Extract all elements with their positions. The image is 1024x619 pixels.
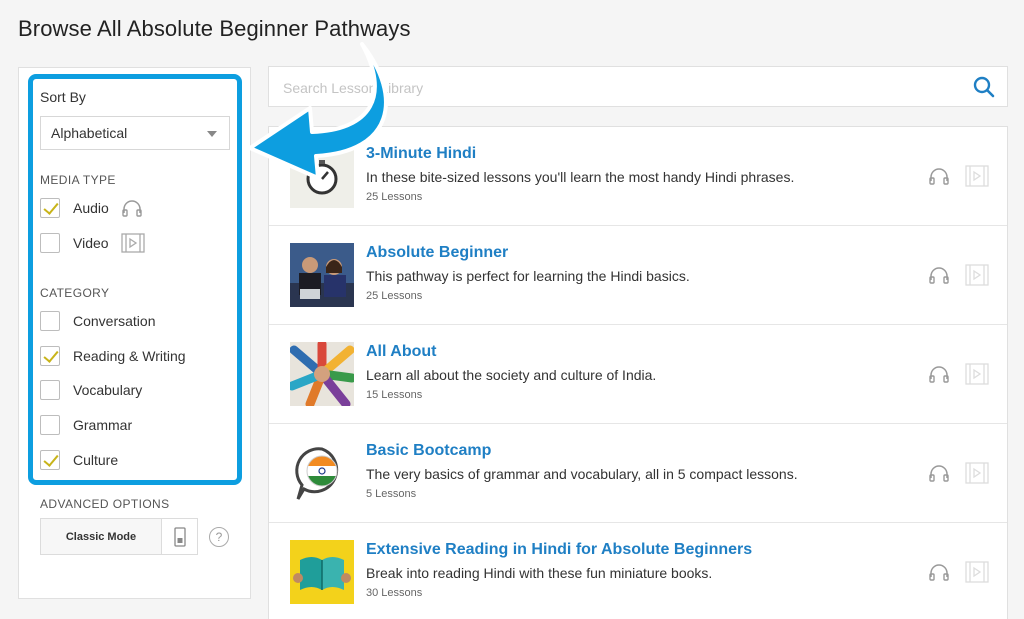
advanced-options-heading: ADVANCED OPTIONS <box>40 497 170 511</box>
search-input[interactable] <box>283 77 933 99</box>
search-bar <box>268 66 1008 107</box>
headphones-icon[interactable] <box>928 563 950 581</box>
list-item[interactable]: Extensive Reading in Hindi for Absolute … <box>269 523 1007 619</box>
vocabulary-checkbox[interactable] <box>40 380 60 400</box>
pathway-title[interactable]: 3-Minute Hindi <box>366 145 476 163</box>
headphones-icon[interactable] <box>928 266 950 284</box>
pathway-description: Learn all about the society and culture … <box>366 367 657 383</box>
audio-checkbox[interactable] <box>40 198 60 218</box>
classic-mode-button[interactable]: Classic Mode <box>40 518 162 555</box>
film-icon[interactable] <box>965 363 989 385</box>
video-label: Video <box>73 235 109 251</box>
pathway-description: In these bite-sized lessons you'll learn… <box>366 169 795 185</box>
search-icon[interactable] <box>973 76 995 98</box>
book-thumbnail <box>290 540 354 604</box>
filter-reading-writing[interactable]: Reading & Writing <box>40 346 186 366</box>
pathway-description: This pathway is perfect for learning the… <box>366 268 690 284</box>
headphones-icon[interactable] <box>928 365 950 383</box>
lesson-count: 5 Lessons <box>366 488 417 500</box>
film-icon[interactable] <box>965 264 989 286</box>
film-icon[interactable] <box>965 165 989 187</box>
mode-toggle-button[interactable] <box>161 518 198 555</box>
film-icon <box>120 233 145 253</box>
grammar-label: Grammar <box>73 417 133 433</box>
lesson-count: 25 Lessons <box>366 290 423 302</box>
reading-writing-checkbox[interactable] <box>40 346 60 366</box>
film-icon[interactable] <box>965 561 989 583</box>
video-checkbox[interactable] <box>40 233 60 253</box>
pathway-title[interactable]: Basic Bootcamp <box>366 442 491 460</box>
headphones-icon[interactable] <box>928 464 950 482</box>
filter-video[interactable]: Video <box>40 233 145 253</box>
clock-thumbnail <box>290 144 354 208</box>
headphones-icon[interactable] <box>928 167 950 185</box>
toggle-switch-icon <box>173 526 186 547</box>
list-item[interactable]: All About Learn all about the society an… <box>269 325 1007 424</box>
pathway-title[interactable]: Absolute Beginner <box>366 244 508 262</box>
page-title: Browse All Absolute Beginner Pathways <box>18 16 411 41</box>
media-type-heading: MEDIA TYPE <box>40 173 116 187</box>
filter-audio[interactable]: Audio <box>40 198 143 218</box>
vocabulary-label: Vocabulary <box>73 382 143 398</box>
pathway-list: 3-Minute Hindi In these bite-sized lesso… <box>268 126 1008 619</box>
pathway-description: Break into reading Hindi with these fun … <box>366 565 713 581</box>
filter-conversation[interactable]: Conversation <box>40 311 156 331</box>
chevron-down-icon <box>207 131 217 137</box>
pathway-description: The very basics of grammar and vocabular… <box>366 466 798 482</box>
headphones-icon <box>121 199 143 217</box>
flag-bubble-thumbnail <box>290 441 354 505</box>
lesson-count: 15 Lessons <box>366 389 423 401</box>
list-item[interactable]: Basic Bootcamp The very basics of gramma… <box>269 424 1007 523</box>
help-icon[interactable]: ? <box>209 527 229 547</box>
hands-thumbnail <box>290 342 354 406</box>
sort-by-value: Alphabetical <box>51 125 128 141</box>
lesson-count: 30 Lessons <box>366 587 423 599</box>
category-heading: CATEGORY <box>40 286 110 300</box>
list-item[interactable]: Absolute Beginner This pathway is perfec… <box>269 226 1007 325</box>
culture-label: Culture <box>73 452 119 468</box>
sort-by-label: Sort By <box>40 89 86 105</box>
pathway-title[interactable]: Extensive Reading in Hindi for Absolute … <box>366 541 752 559</box>
filter-vocabulary[interactable]: Vocabulary <box>40 380 142 400</box>
culture-checkbox[interactable] <box>40 450 60 470</box>
people-thumbnail <box>290 243 354 307</box>
audio-label: Audio <box>73 200 109 216</box>
list-item[interactable]: 3-Minute Hindi In these bite-sized lesso… <box>269 127 1007 226</box>
conversation-checkbox[interactable] <box>40 311 60 331</box>
film-icon[interactable] <box>965 462 989 484</box>
filter-grammar[interactable]: Grammar <box>40 415 132 435</box>
grammar-checkbox[interactable] <box>40 415 60 435</box>
pathway-title[interactable]: All About <box>366 343 437 361</box>
reading-writing-label: Reading & Writing <box>73 348 186 364</box>
conversation-label: Conversation <box>73 313 156 329</box>
filter-culture[interactable]: Culture <box>40 450 118 470</box>
lesson-count: 25 Lessons <box>366 191 423 203</box>
sort-by-select[interactable]: Alphabetical <box>40 116 230 150</box>
